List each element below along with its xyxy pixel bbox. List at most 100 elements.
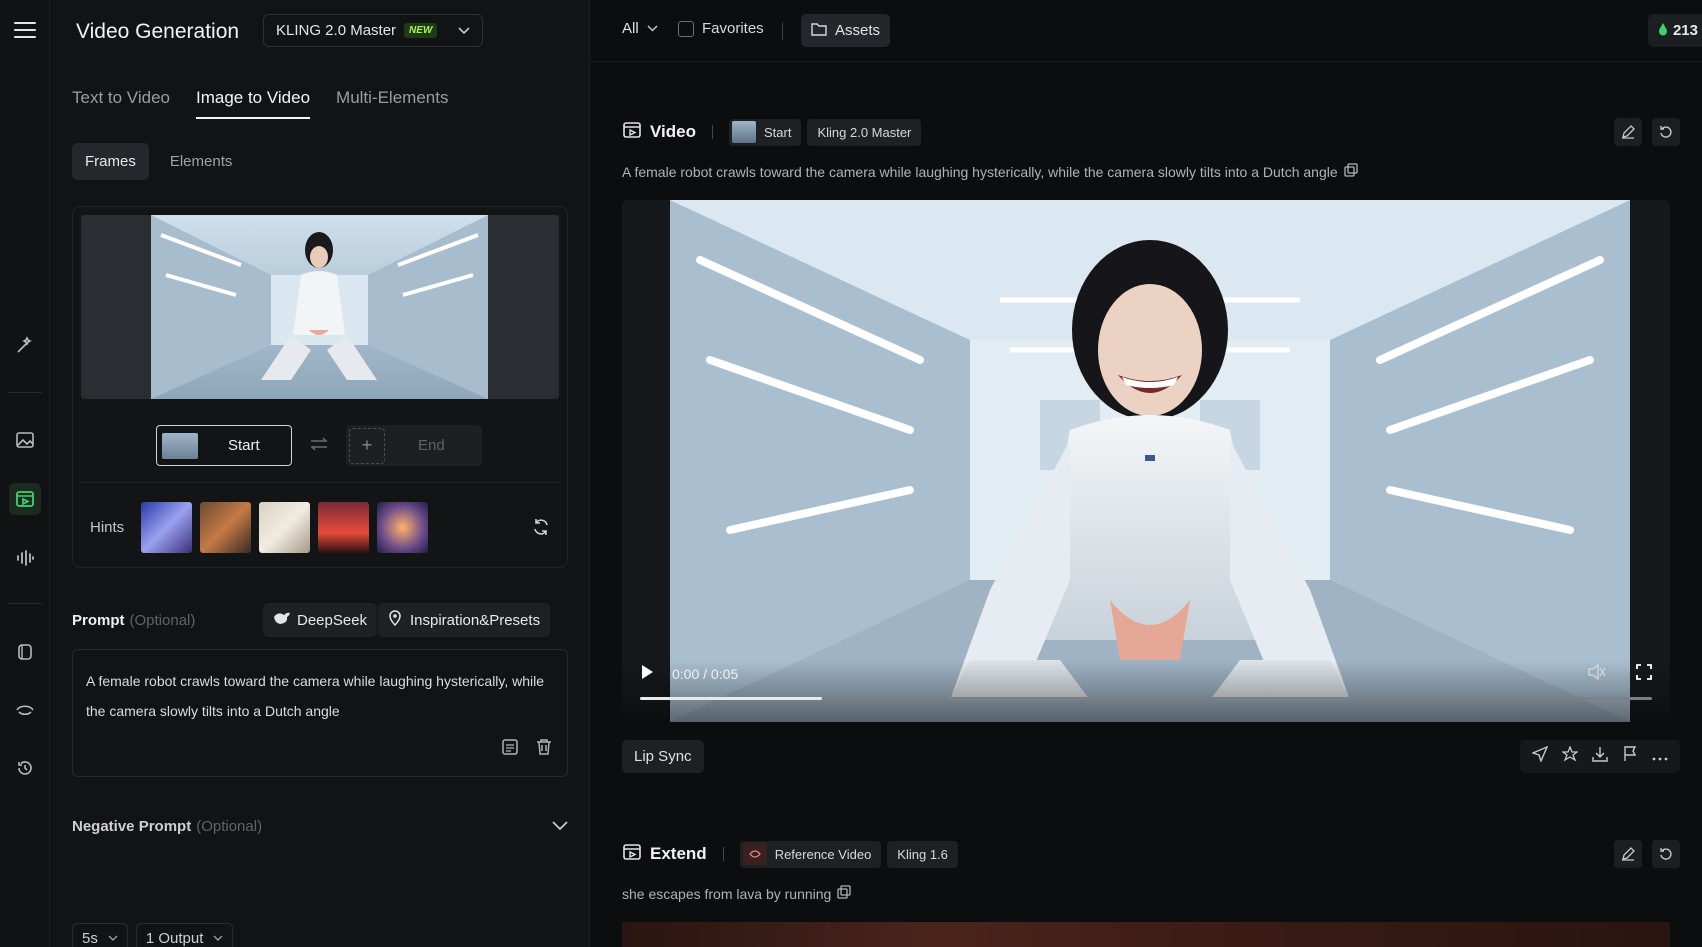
- prompt-header: Prompt (Optional) DeepSeek Inspiration&Pr…: [72, 603, 568, 637]
- send-icon[interactable]: [1531, 745, 1549, 767]
- robot-image: [151, 215, 488, 399]
- hint-thumbnail[interactable]: [377, 502, 429, 553]
- regenerate-icon[interactable]: [1652, 118, 1680, 146]
- mode-tabs: Text to Video Image to Video Multi-Eleme…: [72, 88, 474, 119]
- reference-video-chip[interactable]: Reference Video: [739, 840, 882, 868]
- deepseek-button[interactable]: DeepSeek: [263, 603, 378, 637]
- hint-thumbnail[interactable]: [318, 502, 370, 553]
- duration-select[interactable]: 5s: [72, 923, 128, 947]
- video-player[interactable]: 0:00 / 0:05: [622, 200, 1670, 722]
- prompt-tools: [501, 738, 553, 761]
- history-icon[interactable]: [9, 752, 41, 784]
- copy-icon[interactable]: [1343, 163, 1358, 180]
- more-icon[interactable]: [1652, 748, 1668, 766]
- swap-icon[interactable]: [310, 435, 328, 456]
- prompt-textarea[interactable]: A female robot crawls toward the camera …: [72, 649, 568, 777]
- filter-select[interactable]: All: [622, 20, 658, 37]
- extend-model-chip: Kling 1.6: [887, 840, 958, 868]
- extend-video-thumbnail[interactable]: [622, 922, 1670, 947]
- output-count-select[interactable]: 1 Output: [135, 923, 234, 947]
- model-select[interactable]: KLING 2.0 Master NEW: [263, 14, 483, 47]
- menu-icon[interactable]: [9, 14, 41, 46]
- sub-tabs: Frames Elements: [72, 143, 245, 180]
- folder-icon: [811, 22, 827, 40]
- download-icon[interactable]: [1592, 746, 1608, 767]
- deepseek-icon: [273, 611, 291, 629]
- tab-image-to-video[interactable]: Image to Video: [195, 88, 311, 119]
- negative-prompt-header[interactable]: Negative Prompt (Optional): [72, 818, 568, 835]
- credits-badge[interactable]: 213: [1647, 14, 1702, 47]
- magic-wand-icon[interactable]: [9, 329, 41, 361]
- video-card-title: Video: [650, 122, 696, 141]
- video-icon[interactable]: [9, 483, 41, 515]
- chevron-down-icon: [458, 22, 470, 39]
- star-icon[interactable]: [1561, 745, 1579, 767]
- start-thumbnail: [731, 121, 756, 143]
- settings-row: 5s 1 Output: [72, 923, 234, 947]
- regenerate-icon[interactable]: [1652, 840, 1680, 868]
- flag-icon[interactable]: [1622, 746, 1638, 767]
- save-icon[interactable]: [501, 738, 519, 761]
- results-toolbar: All Favorites Assets 213: [590, 0, 1702, 62]
- model-label: KLING 2.0 Master: [276, 22, 397, 39]
- chevron-down-icon[interactable]: [552, 818, 568, 836]
- end-label: End: [418, 437, 445, 454]
- start-frame-preview[interactable]: [81, 215, 559, 399]
- start-frame-chip[interactable]: Start: [728, 118, 802, 146]
- edit-icon[interactable]: [1614, 840, 1642, 868]
- frames-box: Start + End Hints: [72, 206, 568, 568]
- hints-label: Hints: [90, 519, 125, 536]
- chevron-down-icon: [108, 935, 118, 941]
- location-pin-icon: [388, 610, 402, 630]
- trash-icon[interactable]: [535, 738, 553, 761]
- favorites-checkbox[interactable]: [678, 20, 694, 37]
- start-frame-button[interactable]: Start: [156, 425, 292, 466]
- mute-icon[interactable]: [1588, 663, 1606, 685]
- tab-multi-elements[interactable]: Multi-Elements: [336, 88, 448, 119]
- tab-text-to-video[interactable]: Text to Video: [72, 88, 170, 119]
- hint-thumbnail[interactable]: [200, 502, 252, 553]
- prompt-text: A female robot crawls toward the camera …: [86, 673, 545, 719]
- subtab-elements[interactable]: Elements: [157, 143, 246, 180]
- start-thumbnail: [162, 432, 198, 459]
- new-badge: NEW: [404, 23, 438, 38]
- start-end-row: Start + End: [156, 425, 482, 466]
- favorites-filter[interactable]: Favorites: [678, 20, 764, 37]
- prompt-label: Prompt (Optional): [72, 612, 196, 629]
- inspiration-presets-button[interactable]: Inspiration&Presets: [378, 603, 551, 637]
- video-card-actions: [1614, 118, 1680, 146]
- assets-button[interactable]: Assets: [801, 14, 891, 47]
- model-chip: Kling 2.0 Master: [807, 118, 922, 146]
- video-time: 0:00 / 0:05: [672, 666, 739, 682]
- edit-icon[interactable]: [1614, 118, 1642, 146]
- refresh-icon[interactable]: [531, 517, 551, 542]
- hints-row: Hints: [90, 502, 436, 553]
- end-frame-button[interactable]: + End: [346, 425, 482, 466]
- video-actions: [1520, 740, 1680, 773]
- hint-thumbnail[interactable]: [141, 502, 193, 553]
- extend-card-title: Extend: [650, 844, 707, 863]
- video-description: A female robot crawls toward the camera …: [622, 163, 1358, 180]
- video-frame-image: [670, 200, 1630, 722]
- lip-sync-button[interactable]: Lip Sync: [622, 740, 704, 773]
- copy-icon[interactable]: [837, 885, 851, 902]
- video-icon: [622, 842, 642, 867]
- effects-icon[interactable]: [9, 636, 41, 668]
- image-icon[interactable]: [9, 424, 41, 456]
- eye-icon[interactable]: [9, 694, 41, 726]
- extend-description: she escapes from lava by running: [622, 885, 851, 902]
- extend-card-actions: [1614, 840, 1680, 868]
- start-label: Start: [228, 437, 260, 454]
- hint-thumbnail[interactable]: [259, 502, 311, 553]
- left-rail: [0, 0, 50, 947]
- credit-drop-icon: [1658, 22, 1668, 40]
- generation-panel: Video Generation KLING 2.0 Master NEW Te…: [50, 0, 590, 947]
- page-title: Video Generation: [76, 20, 240, 43]
- audio-icon[interactable]: [9, 542, 41, 574]
- fullscreen-icon[interactable]: [1636, 664, 1652, 685]
- play-icon[interactable]: [640, 664, 654, 685]
- subtab-frames[interactable]: Frames: [72, 143, 149, 180]
- video-icon: [622, 120, 642, 145]
- video-progress-bar[interactable]: [640, 697, 1652, 700]
- chevron-down-icon: [647, 25, 658, 32]
